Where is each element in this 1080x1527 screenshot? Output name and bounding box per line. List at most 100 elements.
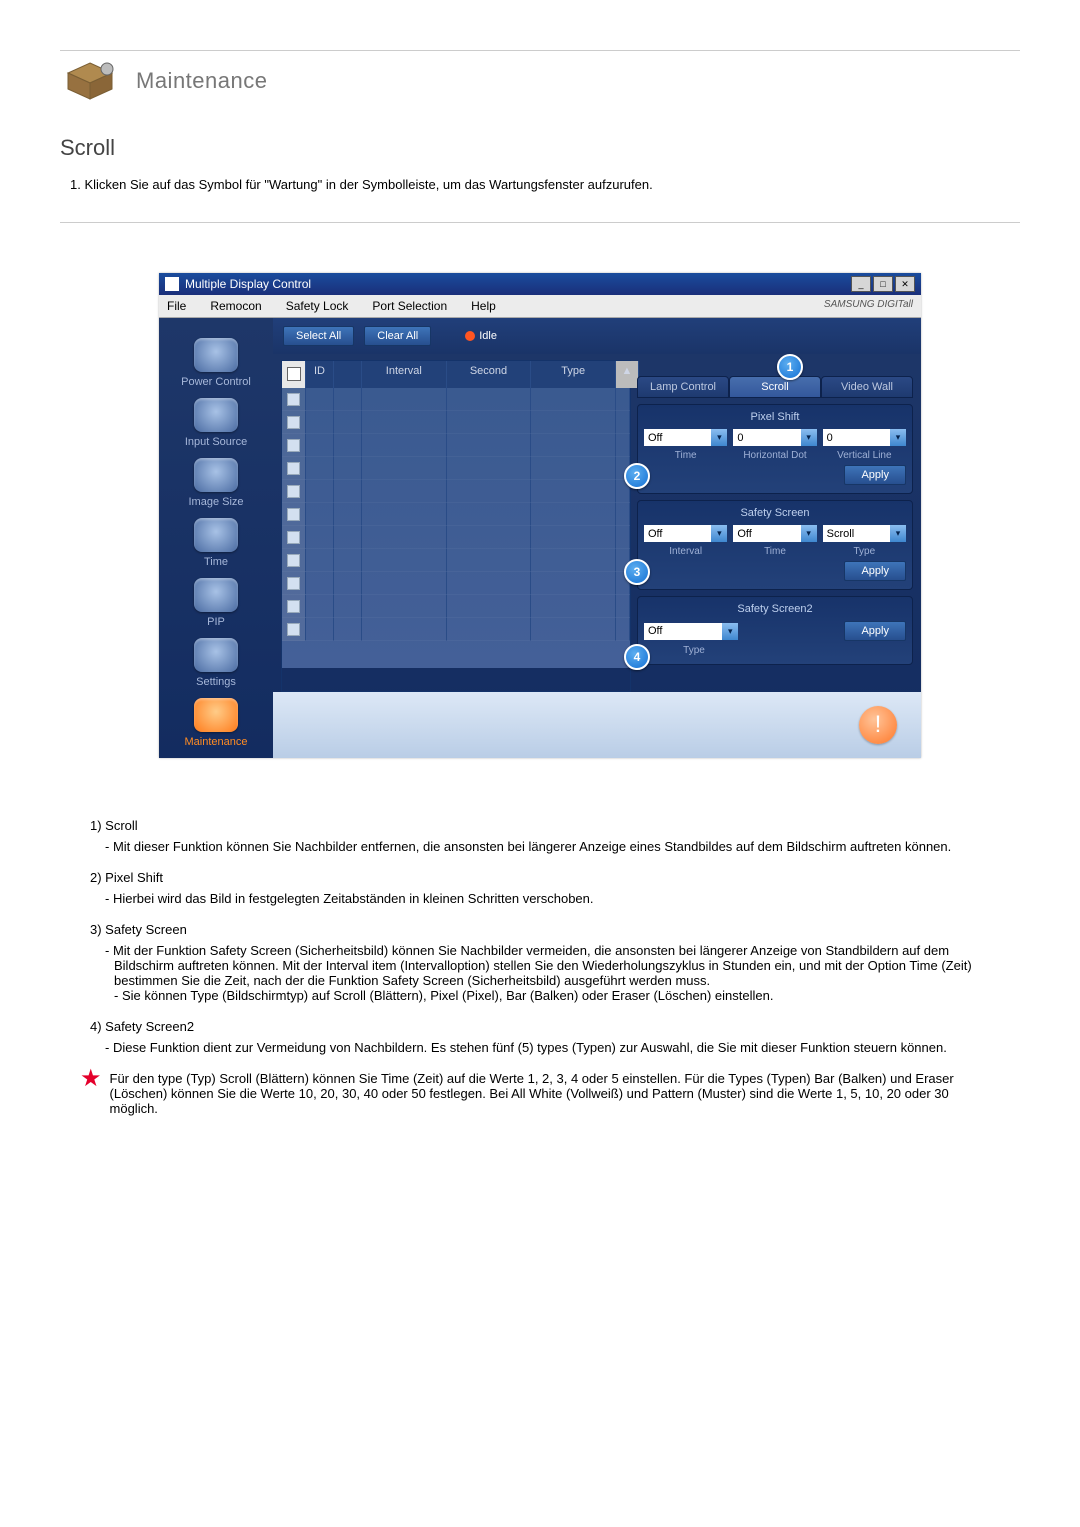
callout-1: 1 bbox=[777, 354, 803, 380]
table-row[interactable] bbox=[282, 595, 630, 618]
table-row[interactable] bbox=[282, 457, 630, 480]
app-window: Multiple Display Control _ □ ✕ File Remo… bbox=[159, 273, 921, 758]
image-size-icon bbox=[194, 458, 238, 492]
chevron-down-icon: ▾ bbox=[890, 429, 906, 446]
section-title: Scroll bbox=[60, 135, 1020, 161]
chevron-down-icon: ▾ bbox=[890, 525, 906, 542]
pixel-shift-h-combo[interactable]: 0▾ bbox=[733, 429, 816, 446]
safety-screen2-apply-button[interactable]: Apply bbox=[844, 621, 906, 641]
menu-help[interactable]: Help bbox=[471, 299, 496, 313]
row-checkbox[interactable] bbox=[287, 600, 300, 613]
minimize-button[interactable]: _ bbox=[851, 276, 871, 292]
idle-dot-icon bbox=[465, 331, 475, 341]
safety2-type-combo[interactable]: Off▾ bbox=[644, 623, 738, 640]
chevron-down-icon: ▾ bbox=[801, 429, 817, 446]
callout-4: 4 bbox=[624, 644, 650, 670]
table-row[interactable] bbox=[282, 618, 630, 641]
chevron-down-icon: ▾ bbox=[711, 429, 727, 446]
menubar: File Remocon Safety Lock Port Selection … bbox=[159, 295, 921, 318]
pixel-shift-panel: 2 Pixel Shift Off▾ 0▾ 0▾ TimeHorizontal … bbox=[637, 404, 913, 494]
row-checkbox[interactable] bbox=[287, 462, 300, 475]
row-checkbox[interactable] bbox=[287, 485, 300, 498]
maintenance-sidebar-icon bbox=[194, 698, 238, 732]
table-row[interactable] bbox=[282, 549, 630, 572]
sidebar-item-image[interactable]: Image Size bbox=[159, 458, 273, 508]
table-row[interactable] bbox=[282, 434, 630, 457]
star-icon: ★ bbox=[80, 1071, 102, 1087]
row-checkbox[interactable] bbox=[287, 508, 300, 521]
description-item: 4) Safety Screen2Diese Funktion dient zu… bbox=[90, 1019, 990, 1055]
clear-all-button[interactable]: Clear All bbox=[364, 326, 431, 346]
display-grid: ID Interval Second Type ▲ bbox=[281, 360, 631, 692]
table-row[interactable] bbox=[282, 388, 630, 411]
table-row[interactable] bbox=[282, 503, 630, 526]
chevron-down-icon: ▾ bbox=[711, 525, 727, 542]
info-icon: ! bbox=[859, 706, 897, 744]
idle-indicator: Idle bbox=[465, 330, 497, 342]
row-checkbox[interactable] bbox=[287, 393, 300, 406]
col-second: Second bbox=[447, 361, 532, 388]
safety-time-combo[interactable]: Off▾ bbox=[733, 525, 816, 542]
table-row[interactable] bbox=[282, 480, 630, 503]
row-checkbox[interactable] bbox=[287, 577, 300, 590]
col-id: ID bbox=[306, 361, 334, 388]
safety-interval-combo[interactable]: Off▾ bbox=[644, 525, 727, 542]
safety-screen2-title: Safety Screen2 bbox=[644, 603, 906, 615]
brand-label: SAMSUNG DIGITall bbox=[824, 299, 913, 310]
table-row[interactable] bbox=[282, 572, 630, 595]
pixel-shift-v-combo[interactable]: 0▾ bbox=[823, 429, 906, 446]
sidebar-item-input[interactable]: Input Source bbox=[159, 398, 273, 448]
status-bar: ! bbox=[273, 692, 921, 758]
menu-safety-lock[interactable]: Safety Lock bbox=[286, 299, 349, 313]
safety-screen-panel: 3 Safety Screen Off▾ Off▾ Scroll▾ Interv… bbox=[637, 500, 913, 590]
safety-type-combo[interactable]: Scroll▾ bbox=[823, 525, 906, 542]
pixel-shift-apply-button[interactable]: Apply bbox=[844, 465, 906, 485]
tab-lamp-control[interactable]: Lamp Control bbox=[637, 376, 729, 398]
chevron-down-icon: ▾ bbox=[722, 623, 738, 640]
description-item: 1) ScrollMit dieser Funktion können Sie … bbox=[90, 818, 990, 854]
step-1-text: 1. Klicken Sie auf das Symbol für "Wartu… bbox=[70, 177, 1020, 192]
safety-screen-apply-button[interactable]: Apply bbox=[844, 561, 906, 581]
chevron-down-icon: ▾ bbox=[801, 525, 817, 542]
pip-icon bbox=[194, 578, 238, 612]
maximize-button[interactable]: □ bbox=[873, 276, 893, 292]
row-checkbox[interactable] bbox=[287, 416, 300, 429]
tab-video-wall[interactable]: Video Wall bbox=[821, 376, 913, 398]
description-item: 3) Safety ScreenMit der Funktion Safety … bbox=[90, 922, 990, 1003]
maintenance-icon bbox=[60, 51, 120, 111]
page-header-title: Maintenance bbox=[136, 68, 267, 94]
window-title: Multiple Display Control bbox=[185, 277, 311, 291]
safety-screen-title: Safety Screen bbox=[644, 507, 906, 519]
titlebar: Multiple Display Control _ □ ✕ bbox=[159, 273, 921, 295]
menu-remocon[interactable]: Remocon bbox=[210, 299, 261, 313]
callout-2: 2 bbox=[624, 463, 650, 489]
input-source-icon bbox=[194, 398, 238, 432]
sidebar: Power Control Input Source Image Size Ti… bbox=[159, 318, 273, 758]
sidebar-item-time[interactable]: Time bbox=[159, 518, 273, 568]
time-icon bbox=[194, 518, 238, 552]
sidebar-item-settings[interactable]: Settings bbox=[159, 638, 273, 688]
col-interval: Interval bbox=[362, 361, 447, 388]
settings-icon bbox=[194, 638, 238, 672]
header-checkbox[interactable] bbox=[287, 367, 301, 381]
row-checkbox[interactable] bbox=[287, 439, 300, 452]
table-row[interactable] bbox=[282, 526, 630, 549]
close-button[interactable]: ✕ bbox=[895, 276, 915, 292]
select-all-button[interactable]: Select All bbox=[283, 326, 354, 346]
menu-port-selection[interactable]: Port Selection bbox=[372, 299, 447, 313]
tab-scroll[interactable]: Scroll bbox=[729, 376, 821, 398]
menu-file[interactable]: File bbox=[167, 299, 186, 313]
sidebar-item-power[interactable]: Power Control bbox=[159, 338, 273, 388]
safety-screen2-panel: 4 Safety Screen2 Off▾ Apply Type bbox=[637, 596, 913, 665]
row-checkbox[interactable] bbox=[287, 554, 300, 567]
pixel-shift-time-combo[interactable]: Off▾ bbox=[644, 429, 727, 446]
row-checkbox[interactable] bbox=[287, 623, 300, 636]
sidebar-item-maintenance[interactable]: Maintenance bbox=[159, 698, 273, 748]
pixel-shift-title: Pixel Shift bbox=[644, 411, 906, 423]
table-row[interactable] bbox=[282, 411, 630, 434]
sidebar-item-pip[interactable]: PIP bbox=[159, 578, 273, 628]
note-text: Für den type (Typ) Scroll (Blättern) kön… bbox=[110, 1071, 1000, 1116]
row-checkbox[interactable] bbox=[287, 531, 300, 544]
app-icon bbox=[165, 277, 179, 291]
description-item: 2) Pixel ShiftHierbei wird das Bild in f… bbox=[90, 870, 990, 906]
